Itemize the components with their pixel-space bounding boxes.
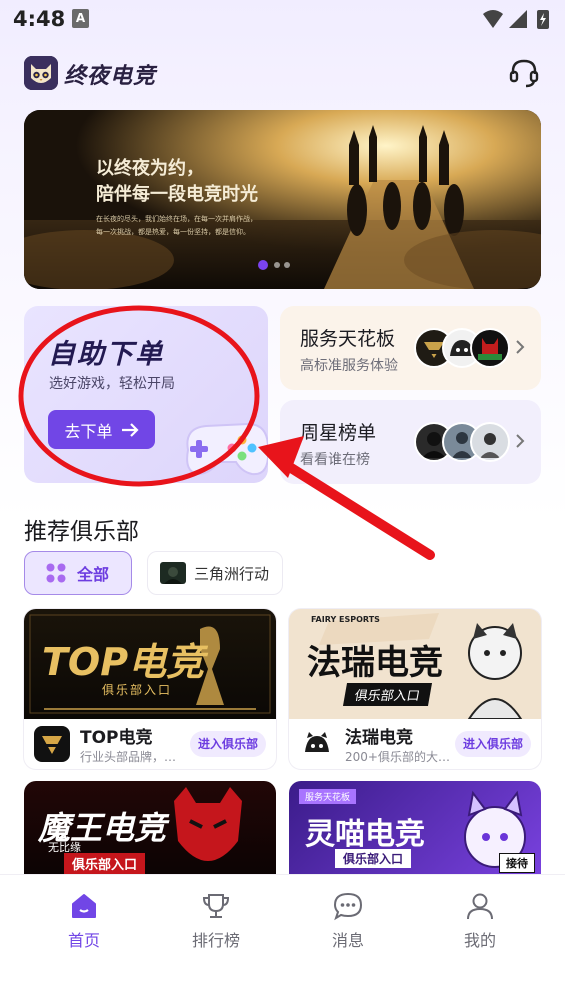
- join-club-button[interactable]: 进入俱乐部: [190, 731, 266, 757]
- club-name: TOP电竞: [80, 728, 153, 748]
- club-cover: FAIRY ESPORTS 法瑞电竞 俱乐部入口: [289, 609, 541, 719]
- filter-all-label: 全部: [77, 565, 110, 584]
- join-club-button[interactable]: 进入俱乐部: [455, 731, 531, 757]
- status-time: 4:48: [13, 7, 66, 31]
- promo-banner[interactable]: 以终夜为约， 陪伴每一段电竞时光 在长夜的尽头，我们始终在场，在每一次并肩作战，…: [24, 110, 541, 289]
- club-card-mowang[interactable]: 魔王电竞 无比缘 俱乐部入口: [24, 781, 276, 881]
- tab-ranking[interactable]: 排行榜: [176, 891, 256, 961]
- filter-delta-force[interactable]: 三角洲行动: [147, 551, 283, 595]
- club-cover-title: TOP电竞: [42, 640, 205, 684]
- tab-messages-label: 消息: [331, 931, 364, 950]
- banner-slogan-line2: 陪伴每一段电竞时光: [96, 184, 258, 205]
- avatar: [470, 422, 510, 462]
- self-order-title: 自助下单: [48, 339, 164, 370]
- club-cover-title: 法瑞电竞: [307, 643, 443, 683]
- signal-icon: [509, 10, 527, 28]
- service-ceiling-card[interactable]: 服务天花板 高标准服务体验: [280, 306, 541, 390]
- game-thumbnail-icon: [160, 562, 186, 584]
- chevron-right-icon: [516, 340, 525, 354]
- club-cover-badge: 接待: [499, 853, 535, 873]
- tab-ranking-label: 排行榜: [191, 931, 240, 950]
- filter-delta-force-label: 三角洲行动: [194, 564, 270, 583]
- service-avatars: [414, 328, 510, 368]
- go-order-label: 去下单: [64, 421, 113, 441]
- club-name: 法瑞电竞: [345, 728, 413, 748]
- service-card-title: 服务天花板: [300, 328, 396, 350]
- club-description: 200+俱乐部的大…: [345, 750, 450, 764]
- club-card-lingmiao[interactable]: 服务天花板 灵喵电竞 俱乐部入口 接待: [289, 781, 541, 881]
- chat-bubble-icon: [333, 892, 363, 921]
- recommended-clubs-title: 推荐俱乐部: [24, 519, 139, 545]
- club-cover-subtitle: 俱乐部入口: [342, 683, 433, 706]
- tab-profile[interactable]: 我的: [440, 891, 520, 961]
- club-logo-icon: [34, 726, 70, 762]
- chevron-right-icon: [516, 434, 525, 448]
- tab-home[interactable]: 首页: [44, 891, 124, 961]
- club-cover-tag: 服务天花板: [299, 789, 357, 804]
- club-description: 行业头部品牌，…: [80, 750, 177, 764]
- tab-messages[interactable]: 消息: [308, 891, 388, 961]
- club-card-top[interactable]: TOP电竞 俱乐部入口 TOP电竞 行业头部品牌，… 进入俱乐部: [24, 609, 276, 769]
- weekly-star-card[interactable]: 周星榜单 看看谁在榜: [280, 400, 541, 484]
- club-logo-icon: [299, 726, 335, 762]
- star-card-subtitle: 看看谁在榜: [300, 452, 370, 468]
- club-cover-tag: FAIRY ESPORTS: [311, 615, 380, 624]
- tab-profile-label: 我的: [463, 931, 496, 950]
- gamepad-icon: [186, 422, 268, 476]
- filter-all[interactable]: 全部: [24, 551, 132, 595]
- banner-slogan-line1: 以终夜为约，: [96, 158, 204, 179]
- carousel-dot[interactable]: [284, 262, 290, 268]
- home-icon: [72, 894, 96, 918]
- headset-icon[interactable]: [507, 56, 541, 90]
- club-cover-subtitle: 俱乐部入口: [102, 683, 173, 697]
- star-avatars: [414, 422, 510, 462]
- avatar: [470, 328, 510, 368]
- self-order-subtitle: 选好游戏，轻松开局: [49, 376, 175, 392]
- carousel-dot[interactable]: [274, 262, 280, 268]
- service-card-subtitle: 高标准服务体验: [300, 358, 398, 374]
- club-cover-subtitle: 俱乐部入口: [64, 853, 146, 874]
- bottom-tab-bar: 首页 排行榜 消息 我的: [0, 874, 565, 1004]
- status-icons: [483, 10, 549, 29]
- app-header: 终夜电竞: [0, 52, 565, 96]
- wifi-icon: [483, 10, 503, 28]
- carousel-dot-active[interactable]: [258, 260, 268, 270]
- person-icon: [467, 893, 493, 920]
- banner-text-line2: 每一次挑战，都是热爱，每一份坚持，都是信仰。: [96, 228, 250, 236]
- status-bar: 4:48 A: [0, 0, 565, 40]
- club-cover-title: 灵喵电竞: [305, 817, 425, 852]
- trophy-icon: [202, 894, 230, 918]
- grid-dots-icon: [46, 563, 66, 583]
- tab-home-label: 首页: [67, 931, 100, 950]
- banner-text-line1: 在长夜的尽头，我们始终在场，在每一次并肩作战，: [96, 215, 257, 223]
- club-card-fairy[interactable]: FAIRY ESPORTS 法瑞电竞 俱乐部入口 法瑞电竞 200+俱乐部的大……: [289, 609, 541, 769]
- arrow-right-icon: [121, 422, 139, 437]
- club-cover: TOP电竞 俱乐部入口: [24, 609, 276, 719]
- self-order-card[interactable]: 自助下单 选好游戏，轻松开局 去下单: [24, 306, 268, 483]
- notification-a-icon: A: [72, 9, 89, 28]
- club-cover-subtitle: 俱乐部入口: [335, 849, 412, 868]
- app-name: 终夜电竞: [64, 64, 157, 89]
- app-logo-icon: [24, 56, 58, 90]
- go-order-button[interactable]: 去下单: [48, 410, 155, 449]
- star-card-title: 周星榜单: [300, 422, 377, 444]
